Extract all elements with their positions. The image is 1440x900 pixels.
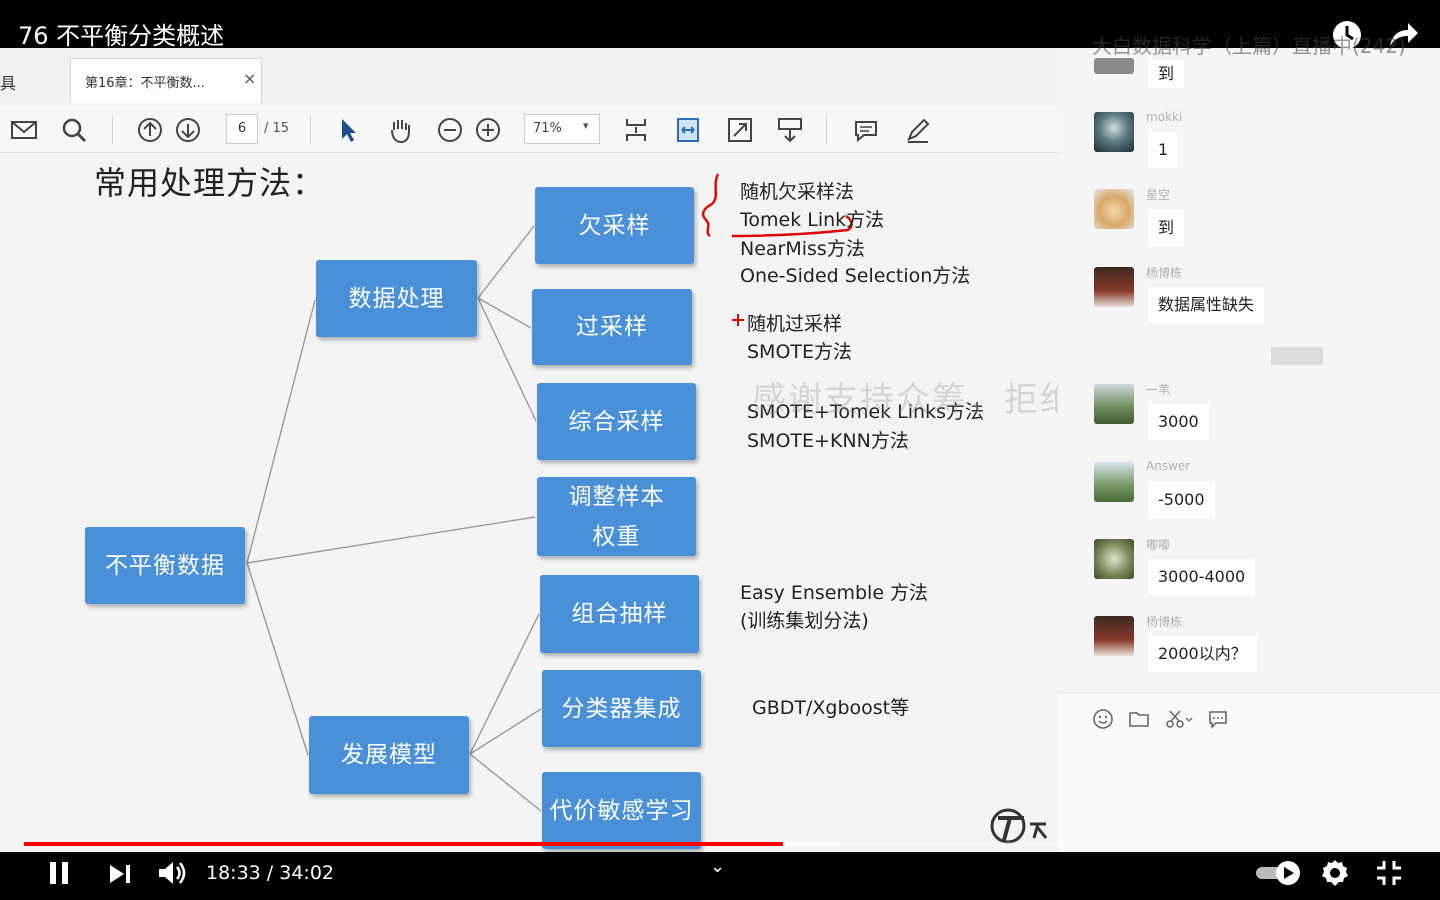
- node-cost-sensitive-learning: 代价敏感学习: [542, 772, 701, 849]
- chat-username: 星空: [1146, 188, 1171, 202]
- node-undersampling: 欠采样: [535, 187, 694, 264]
- emoji-icon[interactable]: [1092, 708, 1114, 730]
- brand-logo: [990, 808, 1048, 844]
- next-video-icon[interactable]: [106, 860, 134, 888]
- node-classifier-ensemble: 分类器集成: [542, 670, 701, 747]
- note-smote: SMOTE方法: [747, 341, 853, 363]
- video-player[interactable]: 76 不平衡分类概述 具 第16章：不平衡数... × 6 / 15 71% ▾…: [0, 0, 1440, 900]
- note-easy-ensemble: Easy Ensemble 方法: [740, 582, 929, 604]
- node-combined-extraction: 组合抽样: [540, 575, 699, 653]
- chat-username: mokki: [1146, 110, 1183, 124]
- node-combined-sampling: 综合采样: [537, 383, 696, 460]
- folder-icon[interactable]: [1128, 708, 1150, 730]
- note-one-sided-selection: One-Sided Selection方法: [740, 265, 971, 287]
- note-random-oversampling: 随机过采样: [747, 313, 843, 335]
- node-data-processing: 数据处理: [316, 260, 477, 337]
- node-imbalanced-data: 不平衡数据: [85, 527, 245, 604]
- note-smote-knn: SMOTE+KNN方法: [747, 430, 909, 452]
- note-tomek-link: Tomek Link方法: [740, 209, 885, 231]
- pause-icon[interactable]: [44, 858, 74, 888]
- avatar: [1094, 384, 1134, 424]
- note-gbdt-xgboost: GBDT/Xgboost等: [752, 697, 910, 719]
- chat-message: 数据属性缺失: [1148, 287, 1265, 323]
- avatar: [1094, 58, 1134, 74]
- chat-message: -5000: [1148, 482, 1215, 518]
- progress-bar[interactable]: [24, 842, 1416, 846]
- chat-timestamp: [1271, 347, 1323, 365]
- chat-message: 3000-4000: [1148, 559, 1256, 595]
- chat-username: 嘟嘟: [1146, 538, 1171, 552]
- chat-username: 一苇: [1146, 383, 1171, 397]
- chat-message: 到: [1148, 60, 1185, 88]
- node-develop-model: 发展模型: [309, 716, 469, 794]
- chat-username: 杨博栋: [1146, 266, 1183, 280]
- avatar: [1094, 539, 1134, 579]
- chat-title: 大白数据科学（上篇）直播中(242): [1092, 34, 1406, 58]
- screenshot-scissors-icon[interactable]: [1164, 708, 1194, 730]
- settings-gear-icon[interactable]: [1320, 858, 1350, 888]
- autoplay-toggle-icon[interactable]: [1254, 860, 1304, 886]
- note-nearmiss: NearMiss方法: [740, 238, 865, 260]
- chat-message: 1: [1148, 132, 1179, 168]
- chat-username: Answer: [1146, 459, 1191, 473]
- avatar: [1094, 189, 1134, 229]
- exit-fullscreen-icon[interactable]: [1374, 858, 1404, 888]
- note-random-undersampling: 随机欠采样法: [740, 181, 855, 203]
- avatar: [1094, 112, 1134, 152]
- chat-message: 3000: [1148, 404, 1209, 440]
- chat-message: 2000以内？: [1148, 636, 1257, 672]
- note-training-set-split: (训练集划分法): [740, 610, 869, 632]
- volume-icon[interactable]: [156, 858, 190, 888]
- chat-username: 杨博栋: [1146, 615, 1183, 629]
- chat-bubble-icon[interactable]: [1207, 708, 1229, 730]
- node-oversampling: 过采样: [532, 289, 692, 365]
- chevron-down-icon[interactable]: ⌄: [710, 856, 725, 877]
- chat-message: 到: [1148, 210, 1185, 246]
- avatar: [1094, 267, 1134, 307]
- node-adjust-sample-weight: 调整样本 权重: [537, 477, 696, 556]
- avatar: [1094, 616, 1134, 656]
- time-display: 18:33 / 34:02: [206, 862, 334, 884]
- avatar: [1094, 462, 1134, 502]
- chat-input-area[interactable]: [1058, 692, 1440, 853]
- progress-fill: [24, 842, 783, 846]
